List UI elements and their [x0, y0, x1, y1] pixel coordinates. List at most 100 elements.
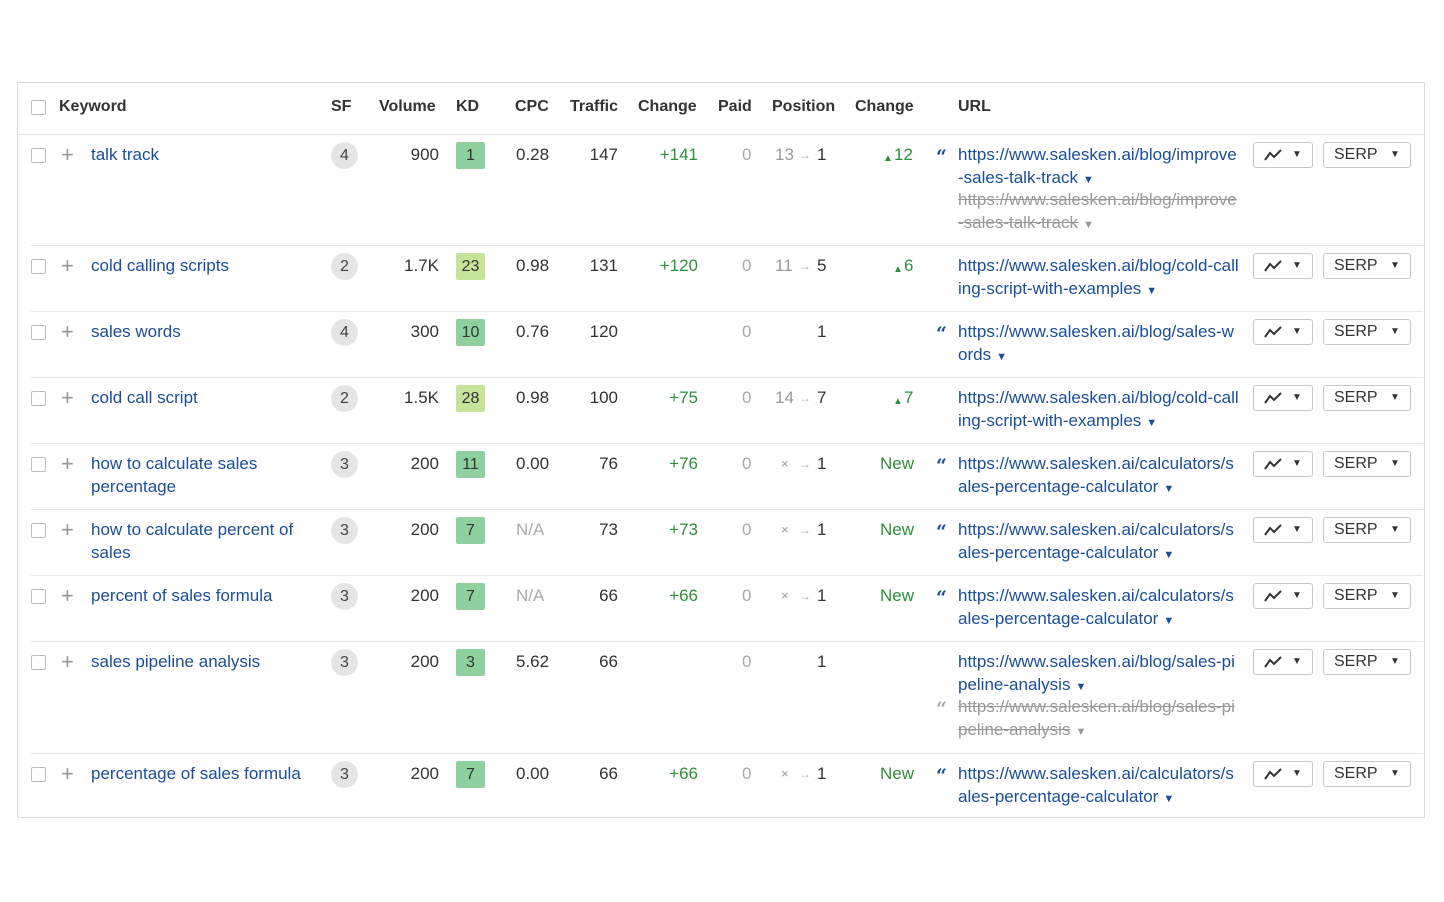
caret-down-icon[interactable]: ▼: [996, 346, 1007, 369]
position-history-button[interactable]: ▼: [1253, 451, 1313, 477]
ranking-url-link[interactable]: https://www.salesken.ai/calculators/sale…: [958, 453, 1240, 500]
header-keyword[interactable]: Keyword: [59, 98, 127, 116]
serp-button[interactable]: SERP ▼: [1323, 385, 1411, 411]
header-traffic[interactable]: Traffic: [570, 98, 618, 116]
position-history-button[interactable]: ▼: [1253, 517, 1313, 543]
serp-features-count[interactable]: 4: [331, 319, 358, 346]
position-history-button[interactable]: ▼: [1253, 583, 1313, 609]
add-to-list-icon[interactable]: +: [61, 651, 74, 673]
caret-down-icon[interactable]: ▼: [1083, 169, 1094, 192]
serp-features-count[interactable]: 2: [331, 385, 358, 412]
serp-button-label: SERP: [1334, 765, 1378, 782]
serp-features-count[interactable]: 3: [331, 583, 358, 610]
keyword-link[interactable]: how to calculate percent of sales: [91, 519, 316, 564]
caret-down-icon[interactable]: ▼: [1163, 544, 1174, 567]
position-history-button[interactable]: ▼: [1253, 142, 1313, 168]
ranking-url-link[interactable]: https://www.salesken.ai/blog/cold-callin…: [958, 387, 1240, 434]
caret-down-icon[interactable]: ▼: [1083, 214, 1094, 237]
ranking-url-link[interactable]: https://www.salesken.ai/calculators/sale…: [958, 585, 1240, 632]
ranking-url-link[interactable]: https://www.salesken.ai/calculators/sale…: [958, 763, 1240, 810]
row-checkbox[interactable]: [31, 148, 46, 163]
caret-down-icon[interactable]: ▼: [1163, 610, 1174, 633]
serp-features-count[interactable]: 4: [331, 142, 358, 169]
keyword-link[interactable]: sales words: [91, 321, 316, 344]
caret-down-icon[interactable]: ▼: [1163, 478, 1174, 501]
header-position-change[interactable]: Change: [855, 98, 914, 116]
caret-down-icon[interactable]: ▼: [1163, 788, 1174, 811]
row-checkbox[interactable]: [31, 259, 46, 274]
serp-features-count[interactable]: 3: [331, 649, 358, 676]
header-cpc[interactable]: CPC: [515, 98, 549, 116]
serp-button[interactable]: SERP ▼: [1323, 451, 1411, 477]
current-position: 1: [817, 520, 827, 539]
row-checkbox[interactable]: [31, 391, 46, 406]
add-to-list-icon[interactable]: +: [61, 519, 74, 541]
ranking-url-link[interactable]: https://www.salesken.ai/blog/improve-sal…: [958, 144, 1240, 191]
table-row: + percentage of sales formula 3 200 7 0.00 66 +…: [31, 753, 1423, 819]
caret-down-icon: ▼: [1292, 656, 1302, 667]
position-history-button[interactable]: ▼: [1253, 319, 1313, 345]
ranking-url-link[interactable]: https://www.salesken.ai/blog/sales-words…: [958, 321, 1240, 368]
serp-button[interactable]: SERP ▼: [1323, 761, 1411, 787]
ranking-url-link[interactable]: https://www.salesken.ai/blog/sales-pipel…: [958, 651, 1240, 698]
keyword-link[interactable]: cold calling scripts: [91, 255, 316, 278]
serp-button[interactable]: SERP ▼: [1323, 649, 1411, 675]
serp-button[interactable]: SERP ▼: [1323, 517, 1411, 543]
add-to-list-icon[interactable]: +: [61, 387, 74, 409]
caret-down-icon[interactable]: ▼: [1146, 280, 1157, 303]
header-volume[interactable]: Volume: [379, 98, 436, 116]
position-history-button[interactable]: ▼: [1253, 385, 1313, 411]
previous-url-link[interactable]: https://www.salesken.ai/blog/improve-sal…: [958, 189, 1240, 236]
header-sf[interactable]: SF: [331, 98, 351, 116]
table-row: + sales words 4 300 10 0.76 120 0 1 “ https://www.…: [31, 311, 1423, 378]
volume-value: 200: [410, 764, 439, 783]
caret-down-icon[interactable]: ▼: [1075, 721, 1086, 744]
ranking-url-link[interactable]: https://www.salesken.ai/calculators/sale…: [958, 519, 1240, 566]
keyword-link[interactable]: percentage of sales formula: [91, 763, 316, 786]
position-history-button[interactable]: ▼: [1253, 761, 1313, 787]
serp-features-count[interactable]: 2: [331, 253, 358, 280]
row-checkbox[interactable]: [31, 457, 46, 472]
add-to-list-icon[interactable]: +: [61, 255, 74, 277]
ranking-url-link[interactable]: https://www.salesken.ai/blog/cold-callin…: [958, 255, 1240, 302]
row-checkbox[interactable]: [31, 589, 46, 604]
keyword-link[interactable]: sales pipeline analysis: [91, 651, 316, 674]
header-change[interactable]: Change: [638, 98, 697, 116]
serp-features-count[interactable]: 3: [331, 761, 358, 788]
select-all-checkbox[interactable]: [31, 100, 46, 115]
caret-down-icon[interactable]: ▼: [1075, 676, 1086, 699]
serp-button[interactable]: SERP ▼: [1323, 319, 1411, 345]
serp-button[interactable]: SERP ▼: [1323, 583, 1411, 609]
row-checkbox[interactable]: [31, 523, 46, 538]
add-to-list-icon[interactable]: +: [61, 585, 74, 607]
row-checkbox[interactable]: [31, 767, 46, 782]
cpc-value: N/A: [516, 520, 545, 539]
caret-down-icon[interactable]: ▼: [1146, 412, 1157, 435]
header-position[interactable]: Position: [772, 98, 835, 116]
add-to-list-icon[interactable]: +: [61, 144, 74, 166]
keyword-link[interactable]: talk track: [91, 144, 316, 167]
row-checkbox[interactable]: [31, 325, 46, 340]
keyword-link[interactable]: percent of sales formula: [91, 585, 316, 608]
add-to-list-icon[interactable]: +: [61, 321, 74, 343]
serp-features-count[interactable]: 3: [331, 451, 358, 478]
position-history-button[interactable]: ▼: [1253, 253, 1313, 279]
add-to-list-icon[interactable]: +: [61, 453, 74, 475]
keyword-link[interactable]: cold call script: [91, 387, 316, 410]
arrow-right-icon: →: [799, 589, 811, 603]
header-kd[interactable]: KD: [456, 98, 479, 116]
header-paid[interactable]: Paid: [718, 98, 752, 116]
row-checkbox[interactable]: [31, 655, 46, 670]
caret-down-icon: ▼: [1292, 260, 1302, 271]
volume-value: 1.7K: [404, 256, 439, 275]
serp-button[interactable]: SERP ▼: [1323, 142, 1411, 168]
keyword-link[interactable]: how to calculate sales percentage: [91, 453, 316, 498]
serp-button[interactable]: SERP ▼: [1323, 253, 1411, 279]
position-history-button[interactable]: ▼: [1253, 649, 1313, 675]
serp-features-count[interactable]: 3: [331, 517, 358, 544]
serp-button-label: SERP: [1334, 389, 1378, 406]
header-url[interactable]: URL: [958, 98, 991, 116]
previous-url-link[interactable]: https://www.salesken.ai/blog/sales-pipel…: [958, 696, 1240, 743]
table-row: + talk track 4 900 1 0.28 147 +141 0 13 → 1 ▲ 12 “ http…: [31, 134, 1423, 246]
add-to-list-icon[interactable]: +: [61, 763, 74, 785]
